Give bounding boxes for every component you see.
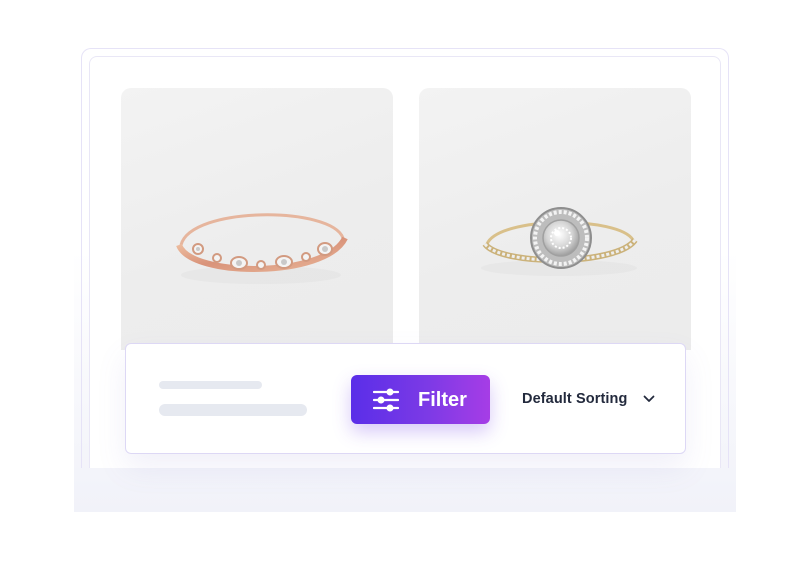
skeleton-line-long bbox=[159, 404, 307, 416]
filter-button-label: Filter bbox=[418, 389, 467, 411]
sort-dropdown[interactable]: Default Sorting bbox=[522, 388, 655, 410]
chevron-down-icon bbox=[644, 395, 655, 402]
filter-toolbar: Filter Default Sorting bbox=[125, 343, 686, 454]
ring-image bbox=[481, 207, 638, 276]
filter-button[interactable]: Filter bbox=[351, 375, 490, 424]
ring-image bbox=[176, 213, 348, 284]
skeleton-line-short bbox=[159, 381, 262, 389]
product-card-halo-ring[interactable] bbox=[419, 88, 691, 350]
sort-dropdown-label: Default Sorting bbox=[522, 391, 628, 407]
product-card-rose-gold-band[interactable] bbox=[121, 88, 393, 350]
sliders-icon bbox=[373, 388, 399, 412]
